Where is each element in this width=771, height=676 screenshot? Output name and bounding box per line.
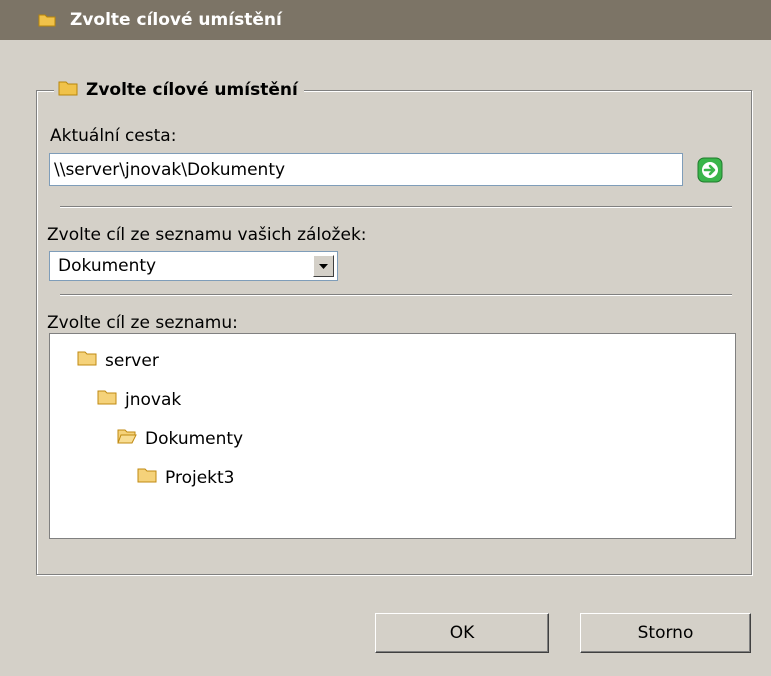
separator (60, 294, 732, 296)
path-input[interactable]: \\server\jnovak\Dokumenty (49, 153, 683, 186)
folder-icon (137, 467, 157, 488)
tree-node-jnovak[interactable]: jnovak (97, 389, 181, 410)
go-button[interactable] (697, 157, 723, 183)
folder-icon (97, 389, 117, 410)
cancel-button[interactable]: Storno (580, 613, 751, 653)
path-label: Aktuální cesta: (50, 126, 177, 146)
folder-icon (58, 80, 78, 101)
bookmarks-selected-value: Dokumenty (58, 256, 157, 276)
bookmarks-select[interactable]: Dokumenty (49, 251, 338, 281)
tree-node-label: server (105, 350, 159, 371)
tree-node-label: jnovak (125, 389, 182, 410)
chevron-down-icon[interactable] (313, 255, 334, 277)
tree-label: Zvolte cíl ze seznamu: (47, 313, 238, 333)
bookmarks-label: Zvolte cíl ze seznamu vašich záložek: (47, 225, 367, 245)
tree-node-label: Projekt3 (165, 467, 235, 488)
arrow-right-icon (697, 157, 723, 183)
window-title: Zvolte cílové umístění (70, 10, 282, 30)
tree-node-projekt3[interactable]: Projekt3 (137, 467, 234, 488)
tree-node-dokumenty[interactable]: Dokumenty (117, 428, 243, 449)
tree-node-server[interactable]: server (77, 350, 159, 371)
tree-node-label: Dokumenty (145, 428, 244, 449)
ok-button[interactable]: OK (375, 613, 549, 653)
folder-icon (77, 350, 97, 371)
title-bar: Zvolte cílové umístění (0, 0, 771, 40)
group-title-label: Zvolte cílové umístění (86, 80, 298, 100)
separator (60, 206, 732, 208)
group-box-title: Zvolte cílové umístění (54, 77, 304, 103)
folder-tree[interactable]: server jnovak Dokumenty Projekt3 (49, 333, 736, 539)
folder-icon (38, 13, 56, 27)
folder-open-icon (117, 428, 137, 449)
